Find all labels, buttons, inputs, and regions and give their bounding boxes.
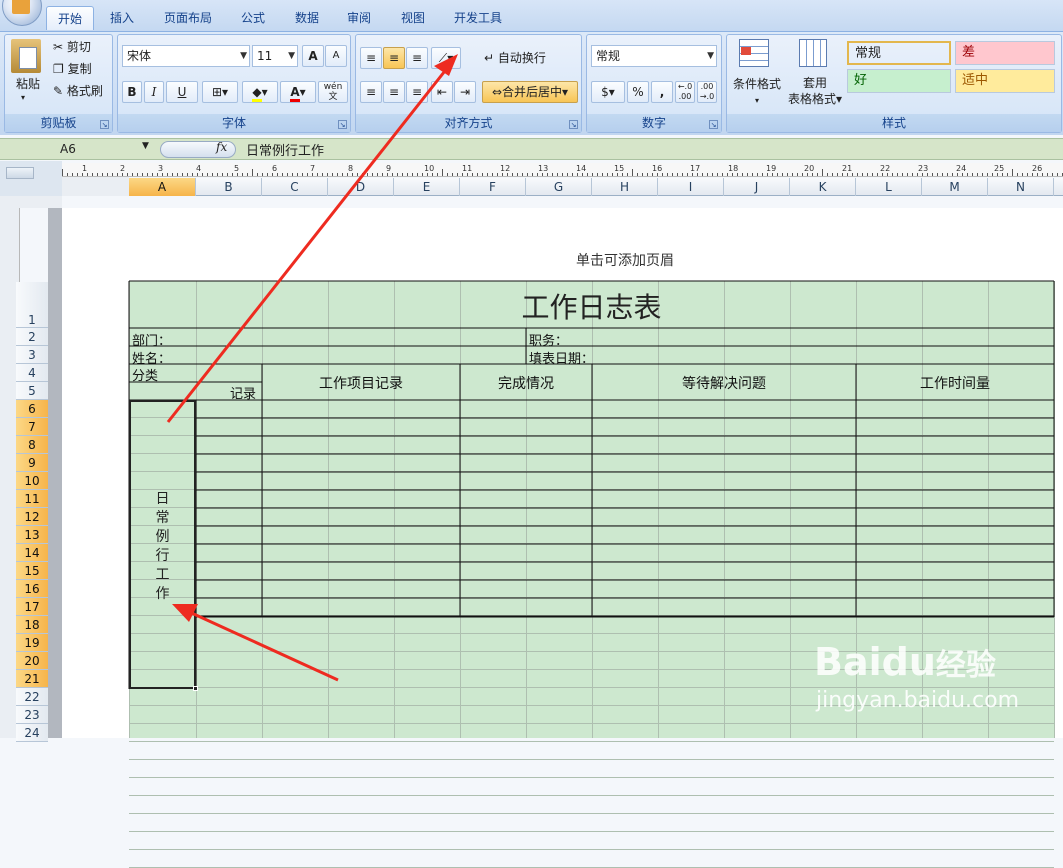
- arrowhead-up-icon: [434, 54, 458, 76]
- gridline: [129, 831, 1054, 832]
- annotation-arrows: [166, 54, 458, 682]
- arrow-to-merged-cell: [184, 608, 339, 682]
- arrow-to-orientation-button: [166, 61, 454, 423]
- gridline: [129, 795, 1054, 796]
- gridline: [129, 741, 1054, 742]
- gridline: [129, 777, 1054, 778]
- gridline: [129, 759, 1054, 760]
- watermark-url: jingyan.baidu.com: [816, 688, 1020, 713]
- watermark-logo: Baidu经验: [814, 640, 996, 684]
- gridline: [129, 849, 1054, 850]
- gridline: [129, 813, 1054, 814]
